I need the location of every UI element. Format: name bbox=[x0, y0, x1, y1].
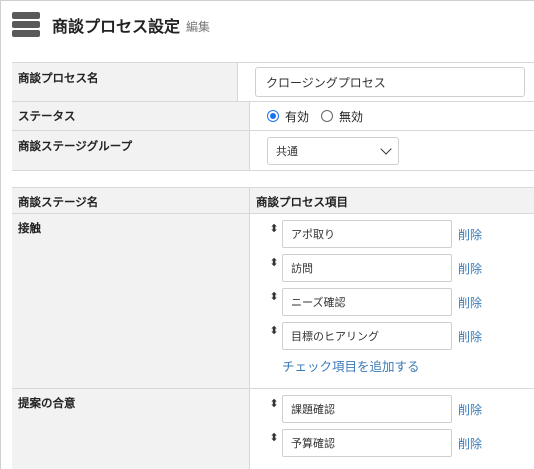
stage-items: ⬍ 削除 ⬍ 削除 ⬍ 削除 ⬍ 削除 チェック項目を追加する bbox=[250, 214, 534, 388]
process-item-input[interactable] bbox=[282, 322, 452, 350]
delete-link[interactable]: 削除 bbox=[458, 435, 482, 452]
status-row: ステータス 有効 無効 bbox=[12, 102, 534, 131]
chevron-down-icon bbox=[380, 142, 392, 155]
drag-handle-icon[interactable]: ⬍ bbox=[268, 397, 280, 410]
drag-handle-icon[interactable]: ⬍ bbox=[268, 222, 280, 235]
stage-row: 提案の合意 ⬍ 削除 ⬍ 削除 bbox=[12, 389, 534, 469]
stage-group-label: 商談ステージグループ bbox=[12, 131, 250, 170]
process-item: ⬍ 削除 bbox=[268, 429, 534, 457]
process-item: ⬍ 削除 bbox=[268, 254, 534, 282]
delete-link[interactable]: 削除 bbox=[458, 328, 482, 345]
status-radio-group: 有効 無効 bbox=[267, 108, 375, 125]
column-header-stage: 商談ステージ名 bbox=[12, 188, 250, 213]
delete-link[interactable]: 削除 bbox=[458, 226, 482, 243]
process-item: ⬍ 削除 bbox=[268, 322, 534, 350]
process-item: ⬍ 削除 bbox=[268, 395, 534, 423]
add-check-item-link[interactable]: チェック項目を追加する bbox=[282, 356, 534, 375]
process-form: 商談プロセス名 ステータス 有効 無効 商談ステージグループ 共通 bbox=[12, 62, 534, 171]
status-active-label: 有効 bbox=[285, 109, 310, 124]
delete-link[interactable]: 削除 bbox=[458, 294, 482, 311]
stage-group-value: 共通 bbox=[276, 144, 298, 158]
page-title: 商談プロセス設定 bbox=[52, 17, 181, 36]
status-label: ステータス bbox=[12, 102, 250, 130]
process-item-input[interactable] bbox=[282, 429, 452, 457]
status-active-radio[interactable]: 有効 bbox=[267, 108, 309, 125]
stage-table-header: 商談ステージ名 商談プロセス項目 bbox=[12, 188, 534, 214]
drag-handle-icon[interactable]: ⬍ bbox=[268, 256, 280, 269]
process-name-label: 商談プロセス名 bbox=[12, 63, 238, 101]
status-inactive-label: 無効 bbox=[339, 109, 364, 124]
stage-items: ⬍ 削除 ⬍ 削除 bbox=[250, 389, 534, 469]
stage-table: 商談ステージ名 商談プロセス項目 接触 ⬍ 削除 ⬍ 削除 ⬍ 削除 ⬍ bbox=[12, 187, 534, 469]
stage-row: 接触 ⬍ 削除 ⬍ 削除 ⬍ 削除 ⬍ 削除 チェック項目を追加す bbox=[12, 214, 534, 389]
delete-link[interactable]: 削除 bbox=[458, 401, 482, 418]
process-item-input[interactable] bbox=[282, 395, 452, 423]
page-header: 商談プロセス設定 編集 bbox=[12, 10, 210, 40]
process-item-input[interactable] bbox=[282, 288, 452, 316]
drag-handle-icon[interactable]: ⬍ bbox=[268, 431, 280, 444]
drag-handle-icon[interactable]: ⬍ bbox=[268, 290, 280, 303]
process-item-input[interactable] bbox=[282, 254, 452, 282]
drag-handle-icon[interactable]: ⬍ bbox=[268, 324, 280, 337]
process-item: ⬍ 削除 bbox=[268, 288, 534, 316]
process-name-row: 商談プロセス名 bbox=[12, 63, 534, 102]
radio-selected-icon bbox=[267, 110, 279, 122]
page-subtitle: 編集 bbox=[186, 20, 211, 34]
column-header-items: 商談プロセス項目 bbox=[256, 195, 348, 209]
database-icon bbox=[12, 12, 40, 38]
stage-group-select[interactable]: 共通 bbox=[267, 136, 399, 165]
process-name-input[interactable] bbox=[255, 67, 525, 97]
process-item-input[interactable] bbox=[282, 220, 452, 248]
stage-name: 提案の合意 bbox=[12, 389, 250, 469]
delete-link[interactable]: 削除 bbox=[458, 260, 482, 277]
process-item: ⬍ 削除 bbox=[268, 220, 534, 248]
radio-unselected-icon bbox=[321, 110, 334, 122]
status-inactive-radio[interactable]: 無効 bbox=[321, 108, 363, 125]
stage-group-row: 商談ステージグループ 共通 bbox=[12, 131, 534, 171]
stage-name: 接触 bbox=[12, 214, 250, 388]
